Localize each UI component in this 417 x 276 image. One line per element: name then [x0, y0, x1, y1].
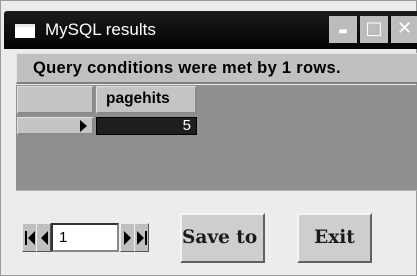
row-pointer-icon: [80, 120, 87, 132]
previous-record-button[interactable]: [36, 223, 51, 252]
exit-button[interactable]: Exit: [297, 213, 372, 263]
next-record-button[interactable]: [120, 223, 135, 252]
minimize-button[interactable]: ▬: [329, 16, 357, 43]
maximize-button[interactable]: □: [360, 16, 388, 43]
window-title: MySQL results: [45, 20, 156, 39]
first-record-icon: [25, 231, 35, 245]
mysql-results-window: MySQL results ▬ □ ✕ Query conditions wer…: [0, 0, 417, 276]
results-grid: pagehits 5: [16, 85, 417, 191]
status-bar: Query conditions were met by 1 rows.: [16, 53, 417, 84]
last-record-button[interactable]: [134, 223, 149, 252]
column-header-pagehits[interactable]: pagehits: [96, 86, 197, 114]
grid-corner-cell[interactable]: [17, 86, 94, 114]
next-record-icon: [124, 231, 131, 245]
close-button[interactable]: ✕: [391, 16, 417, 43]
maximize-icon: □: [365, 18, 383, 39]
last-record-icon: [137, 231, 147, 245]
row-header[interactable]: [17, 117, 94, 135]
title-bar[interactable]: MySQL results ▬ □ ✕: [4, 11, 417, 49]
save-to-file-button[interactable]: Save to file: [180, 213, 265, 263]
status-message: Query conditions were met by 1 rows.: [33, 59, 341, 77]
first-record-button[interactable]: [22, 223, 37, 252]
record-number-input[interactable]: 1: [51, 223, 119, 252]
previous-record-icon: [41, 231, 48, 245]
close-icon: ✕: [396, 18, 413, 39]
table-cell-pagehits[interactable]: 5: [96, 117, 197, 135]
window-icon: [15, 24, 35, 38]
minimize-icon: ▬: [338, 26, 348, 37]
